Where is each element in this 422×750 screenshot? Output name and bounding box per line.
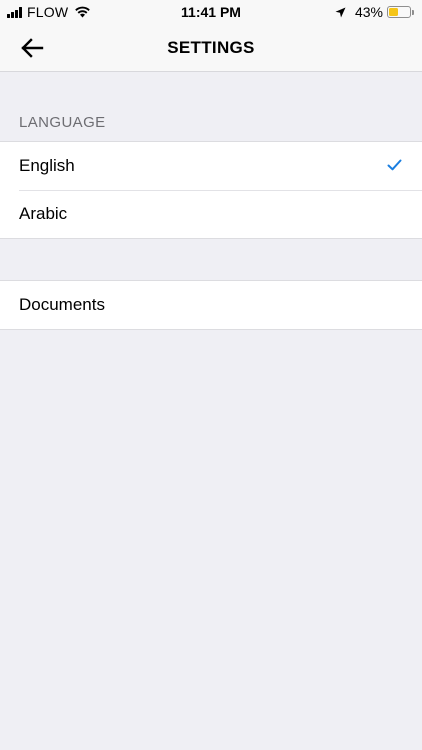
location-arrow-icon: [335, 7, 346, 17]
language-section-header: LANGUAGE: [19, 114, 106, 131]
battery-cap: [412, 9, 414, 15]
documents-list: Documents: [0, 280, 422, 330]
documents-label: Documents: [19, 295, 105, 314]
status-bar: FLOW 11:41 PM 43%: [0, 0, 422, 24]
language-option-label: Arabic: [19, 204, 68, 223]
status-right: 43%: [335, 4, 414, 20]
checkmark-icon: [387, 159, 402, 171]
battery-icon: [387, 6, 411, 18]
language-option-english[interactable]: English: [0, 142, 422, 190]
battery-percent: 43%: [354, 4, 383, 20]
language-option-arabic[interactable]: Arabic: [0, 190, 422, 238]
language-option-label: English: [19, 156, 75, 175]
documents-item[interactable]: Documents: [0, 281, 422, 329]
language-options-list: English Arabic: [0, 141, 422, 239]
navigation-bar: SETTINGS: [0, 24, 422, 72]
battery-fill: [389, 8, 398, 16]
page-title: SETTINGS: [167, 38, 255, 57]
